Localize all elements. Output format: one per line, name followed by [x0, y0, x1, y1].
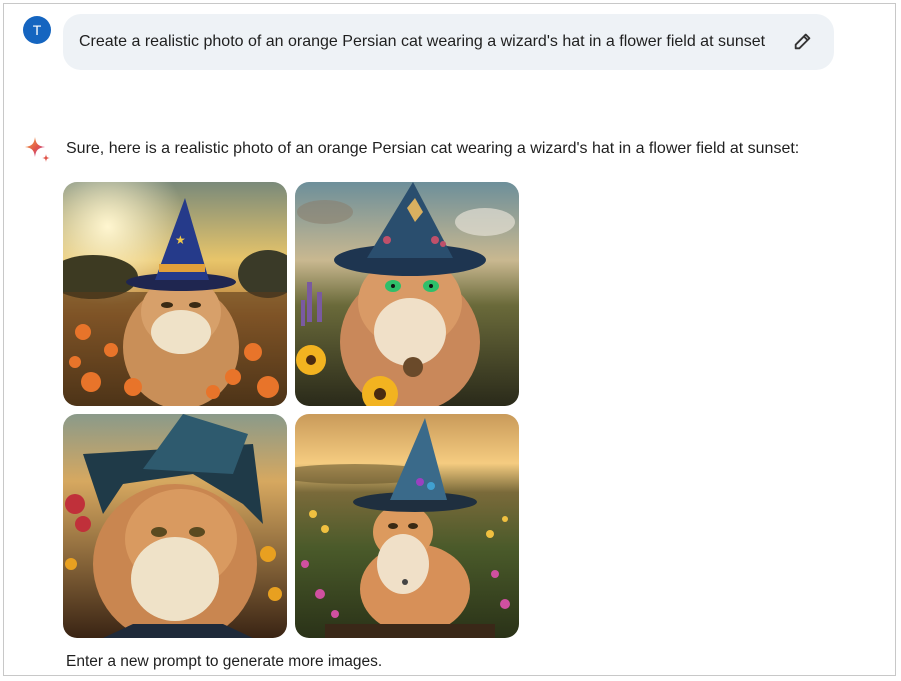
generated-image-3[interactable] [63, 414, 287, 638]
assistant-reply-text: Sure, here is a realistic photo of an or… [66, 140, 800, 157]
footer-hint-text: Enter a new prompt to generate more imag… [66, 653, 383, 670]
generated-image-1[interactable]: ★ [63, 182, 287, 406]
generated-image-4[interactable] [295, 414, 519, 638]
pencil-icon[interactable] [792, 30, 814, 52]
svg-text:★: ★ [175, 233, 186, 247]
generated-image-2[interactable] [295, 182, 519, 406]
avatar-letter: T [32, 22, 42, 38]
prompt-text: Create a realistic photo of an orange Pe… [79, 33, 766, 50]
user-prompt-bubble: Create a realistic photo of an orange Pe… [63, 14, 834, 70]
user-avatar: T [23, 16, 51, 44]
sparkle-icon [25, 137, 50, 162]
chat-window: T Create a realistic photo of an orange … [3, 3, 896, 676]
